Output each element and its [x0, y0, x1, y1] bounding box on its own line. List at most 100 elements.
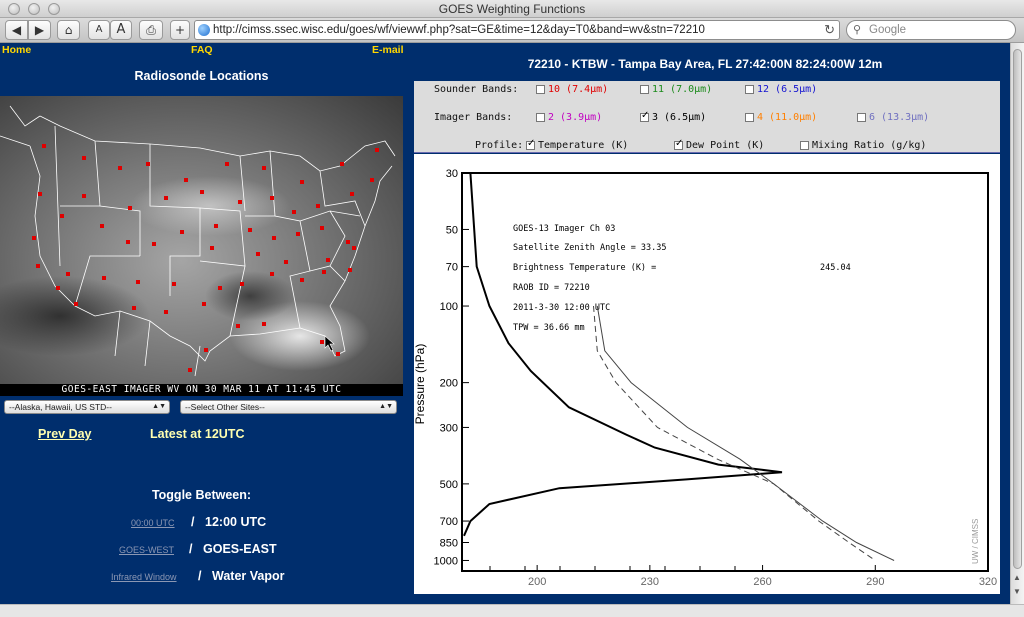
other-sites-select-value: --Select Other Sites-- [185, 402, 265, 412]
sounder-band-11-label: 11 (7.0μm) [652, 84, 713, 95]
search-icon: ⚲ [853, 24, 862, 36]
cimss-watermark: UW / CIMSS [971, 519, 980, 564]
y-tick-label: 50 [446, 224, 458, 236]
print-icon: ⎙ [146, 23, 156, 37]
plot-svg: 30 50 70 100 200 300 500 700 850 1000 200 230 260 29… [414, 168, 997, 588]
other-sites-select[interactable]: --Select Other Sites-- ▲▼ [180, 400, 397, 414]
band-panel: Sounder Bands: 10 (7.4μm) 11 (7.0μm) 12 … [414, 81, 1000, 153]
imager-band-6-checkbox[interactable] [857, 113, 866, 122]
prev-day-link[interactable]: Prev Day [38, 427, 92, 441]
x-tick-label: 260 [753, 576, 771, 588]
radiosonde-map[interactable] [0, 96, 403, 396]
y-tick-label: 1000 [434, 555, 458, 567]
sounder-band-12-label: 12 (6.5μm) [757, 84, 818, 95]
back-button[interactable]: ◀ [5, 20, 28, 40]
print-button[interactable]: ⎙ [139, 20, 163, 40]
dry-slot [0, 276, 150, 356]
forward-icon: ▶ [34, 23, 45, 37]
y-tick-label: 70 [446, 262, 458, 274]
y-tick-label: 700 [440, 516, 458, 528]
globe-icon [198, 24, 210, 36]
x-axis-ticks: 200 230 260 290 320 [489, 565, 997, 588]
page-content: Home FAQ E-mail Radiosonde Locations 722… [0, 43, 1010, 604]
address-bar[interactable]: http://cimss.ssec.wisc.edu/goes/wf/vieww… [194, 20, 840, 40]
mixing-ratio-label: Mixing Ratio (g/kg) [812, 140, 927, 151]
home-button[interactable]: ⌂ [57, 20, 80, 40]
latest-label: Latest at 12UTC [150, 427, 245, 441]
search-placeholder: Google [869, 24, 907, 36]
plus-icon: + [174, 23, 186, 37]
browser-toolbar: ◀ ▶ ⌂ A A ⎙ + http://cimss.ssec.wisc.edu… [0, 18, 1024, 43]
home-icon: ⌂ [64, 23, 73, 37]
y-tick-label: 100 [440, 301, 458, 313]
text-smaller-icon: A [95, 24, 103, 35]
scroll-down-icon[interactable]: ▼ [1013, 587, 1021, 596]
x-tick-label: 290 [866, 576, 884, 588]
weighting-function-plot: 30 50 70 100 200 300 500 700 850 1000 200 230 260 29… [414, 154, 1000, 594]
toggle-title: Toggle Between: [151, 488, 252, 502]
imager-bands-label: Imager Bands: [434, 112, 513, 123]
text-larger-icon: A [116, 22, 126, 37]
select-arrow-icon: ▲▼ [152, 403, 166, 410]
imager-band-3-label: 3 (6.5μm) [652, 112, 707, 123]
horizontal-scrollbar[interactable] [0, 604, 1024, 617]
toggle-time-link[interactable]: 00:00 UTC [131, 518, 175, 528]
sounder-band-12-checkbox[interactable] [745, 85, 754, 94]
toggle-row-satellite: GOES-WEST / GOES-EAST [0, 542, 403, 558]
sounder-bands-label: Sounder Bands: [434, 84, 519, 95]
map-svg [0, 105, 396, 377]
radiosonde-title: Radiosonde Locations [134, 69, 269, 83]
info-line-bt: Brightness Temperature (K) = [513, 263, 656, 273]
forward-button[interactable]: ▶ [28, 20, 51, 40]
sounder-band-10-label: 10 (7.4μm) [548, 84, 609, 95]
toggle-slash: / [191, 515, 195, 529]
toggle-satellite-link[interactable]: GOES-WEST [119, 545, 174, 555]
toggle-slash: / [189, 542, 193, 556]
toggle-band-current: Water Vapor [212, 569, 285, 583]
info-line-tpw: TPW = 36.66 mm [513, 323, 585, 333]
window-titlebar: GOES Weighting Functions [0, 0, 1024, 18]
y-tick-label: 850 [440, 538, 458, 550]
text-smaller-button[interactable]: A [88, 20, 110, 40]
toggle-band-link[interactable]: Infrared Window [111, 572, 177, 582]
dew-point-line [593, 305, 876, 561]
imager-band-6-label: 6 (13.3μm) [869, 112, 930, 123]
toggle-time-current: 12:00 UTC [205, 515, 267, 529]
imager-band-3-checkbox[interactable] [640, 110, 649, 122]
station-title: 72210 - KTBW - Tampa Bay Area, FL 27:42:… [527, 57, 883, 71]
info-bt-value: 245.04 [820, 263, 851, 273]
search-input[interactable]: ⚲ Google [846, 20, 1016, 40]
y-tick-label: 300 [440, 422, 458, 434]
vertical-scrollbar[interactable]: ▲ ▼ [1010, 43, 1024, 604]
text-larger-button[interactable]: A [110, 20, 132, 40]
add-bookmark-button[interactable]: + [170, 20, 190, 40]
sounder-band-11-checkbox[interactable] [640, 85, 649, 94]
y-tick-label: 200 [440, 378, 458, 390]
imager-band-2-checkbox[interactable] [536, 113, 545, 122]
email-link[interactable]: E-mail [372, 44, 404, 56]
weighting-function-line [463, 172, 783, 537]
imager-band-4-label: 4 (11.0μm) [757, 112, 818, 123]
region-select[interactable]: --Alaska, Hawaii, US STD-- ▲▼ [4, 400, 170, 414]
reload-icon[interactable]: ↻ [824, 21, 835, 39]
scroll-up-icon[interactable]: ▲ [1013, 573, 1021, 582]
faq-link[interactable]: FAQ [191, 44, 213, 56]
home-link[interactable]: Home [2, 44, 31, 56]
y-tick-label: 500 [440, 479, 458, 491]
info-line-raob: RAOB ID = 72210 [513, 283, 590, 293]
plot-info: GOES-13 Imager Ch 03 Satellite Zenith An… [513, 224, 851, 333]
mixing-ratio-checkbox[interactable] [800, 141, 809, 150]
region-select-value: --Alaska, Hawaii, US STD-- [9, 402, 112, 412]
dry-slot-2 [205, 271, 295, 321]
dew-point-checkbox[interactable] [674, 138, 683, 150]
back-icon: ◀ [11, 23, 22, 37]
temperature-checkbox[interactable] [526, 138, 535, 150]
sounder-band-10-checkbox[interactable] [536, 85, 545, 94]
imager-band-4-checkbox[interactable] [745, 113, 754, 122]
temperature-line [596, 305, 895, 561]
info-line-channel: GOES-13 Imager Ch 03 [513, 224, 615, 234]
scrollbar-thumb[interactable] [1013, 49, 1022, 569]
imager-band-2-label: 2 (3.9μm) [548, 112, 603, 123]
info-line-date: 2011-3-30 12:00 UTC [513, 303, 610, 313]
map-caption: GOES-EAST IMAGER WV ON 30 MAR 11 AT 11:4… [0, 384, 403, 396]
